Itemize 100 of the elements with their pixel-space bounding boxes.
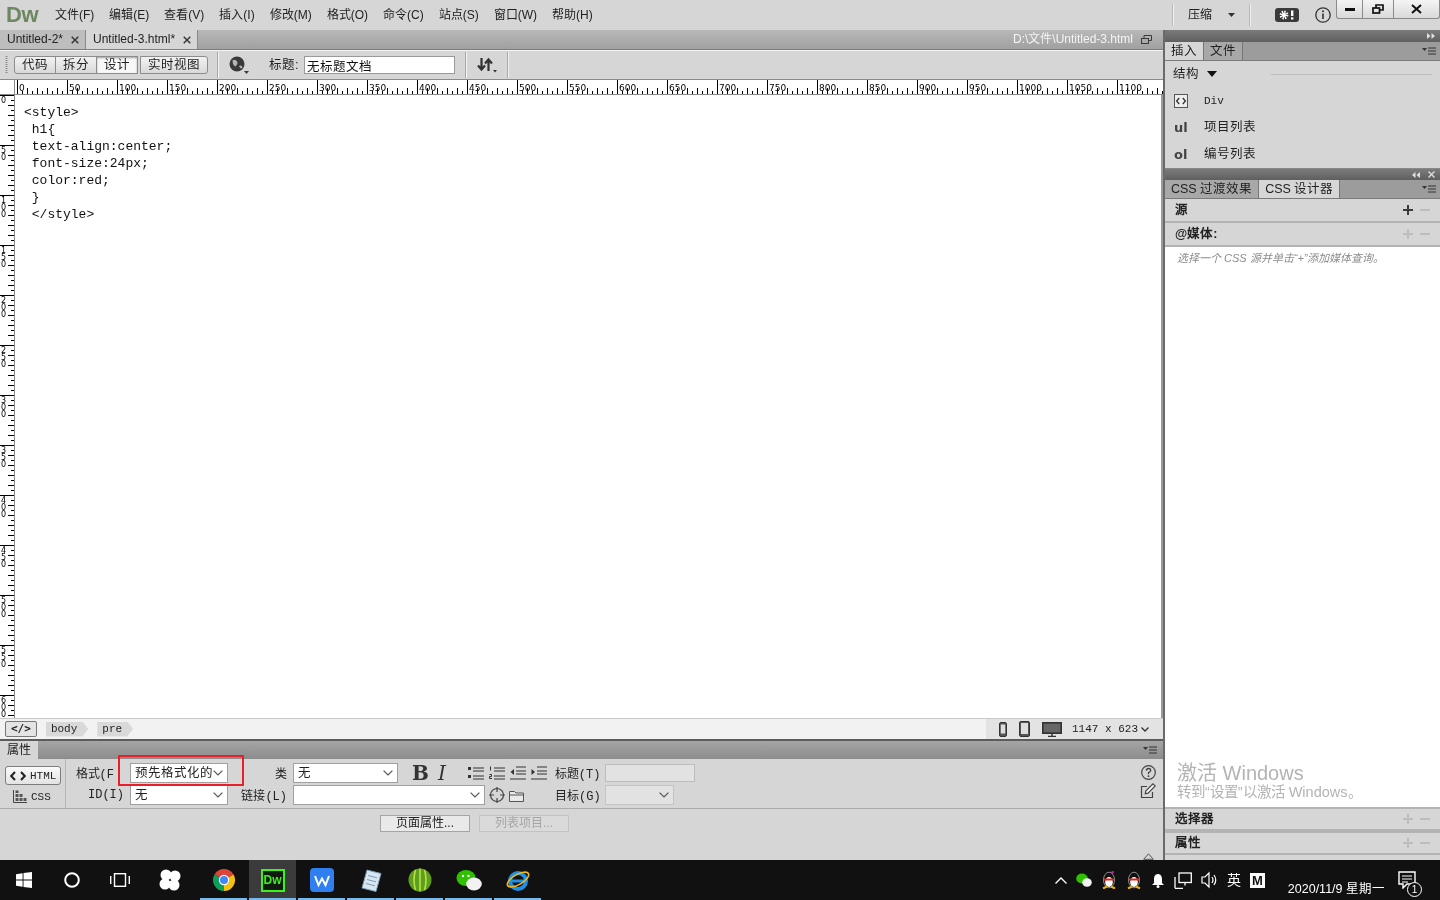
info-icon[interactable] [1315,7,1331,23]
w-tile-icon [309,868,334,892]
panel-tab[interactable]: 文件 [1204,42,1243,60]
chevron-up-icon[interactable] [1055,876,1067,884]
ruler-label: 250 [1,347,8,368]
menu-item[interactable]: 窗口(W) [486,5,544,25]
ruler-label: 200 [219,84,237,93]
mode-button[interactable]: CSS [8,787,56,806]
view-button[interactable]: 代码 [14,56,56,74]
bell-icon[interactable] [1151,872,1165,888]
dialog-button[interactable]: 页面属性... [380,815,470,832]
minimize-icon [1344,7,1355,11]
folder-icon[interactable] [509,788,524,802]
speaker-icon[interactable] [1201,871,1218,889]
help-icon[interactable] [1141,765,1156,780]
restore-window-icon[interactable] [1141,35,1152,44]
menu-item[interactable]: 查看(V) [157,5,212,25]
menu-item[interactable]: 命令(C) [376,5,431,25]
plus-icon[interactable] [1403,205,1413,215]
globe-icon[interactable] [229,56,249,74]
panel-tab[interactable]: 属性 [0,741,38,759]
panel-tab[interactable]: 插入 [1165,42,1204,60]
panel-menu-icon[interactable] [1422,185,1436,193]
menu-item[interactable]: 帮助(H) [545,5,600,25]
format-select[interactable]: 预先格式化的 [130,763,228,783]
edit-icon[interactable] [1140,783,1156,799]
document-tab[interactable]: Untitled-3.html* [86,30,199,49]
task-view-icon [110,873,130,887]
panel-menu-icon[interactable] [1143,746,1157,754]
clock-date[interactable]: 2020/11/9 星期一 [1287,882,1385,897]
input-language[interactable]: 英 [1227,871,1241,889]
outdent-icon[interactable] [509,766,526,780]
indent-icon[interactable] [530,766,547,780]
menu-item[interactable]: 文件(F) [48,5,102,25]
ruler-label: 350 [1,447,8,468]
panel-tab[interactable]: CSS 设计器 [1259,180,1341,198]
close-icon[interactable] [71,35,80,44]
view-button[interactable]: 拆分 [55,56,97,74]
chat-bubbles-icon[interactable] [1076,873,1092,887]
preformatted-line: font-size:24px; [30,155,149,172]
bold-button[interactable]: B [412,763,429,783]
category-dropdown[interactable]: 结构 [1173,66,1217,82]
chevron-down-icon [1141,726,1149,732]
phone-icon[interactable] [999,721,1007,737]
preformatted-line: </style> [30,206,95,223]
document-tab[interactable]: Untitled-2* [0,30,87,49]
ruler-label: 350 [369,84,387,93]
penguin-icon[interactable] [1126,871,1142,889]
class-select[interactable]: 无 [293,763,398,783]
restore-button[interactable] [1362,0,1394,19]
sort-arrows-icon[interactable] [477,57,498,73]
chevron-down-icon [470,792,480,798]
target-icon[interactable] [489,787,505,803]
preformatted-line: text-align:center; [30,138,173,155]
menu-item[interactable]: 格式(O) [319,5,375,25]
ruler-label: 450 [1,547,8,568]
ruler-label: 150 [1,247,8,268]
numbered-list-icon[interactable] [488,766,505,780]
close-button[interactable] [1393,0,1440,19]
menu-item[interactable]: 编辑(E) [102,5,157,25]
code-toggle-button[interactable]: </> [5,721,37,737]
panel-tab[interactable]: CSS 过渡效果 [1165,180,1260,198]
field-label: 链接(L) [240,788,287,804]
ruler-label: 50 [1,147,8,161]
mode-button[interactable]: HTML [5,766,62,785]
close-icon[interactable] [183,35,192,44]
chevron-down-icon [213,770,223,776]
insert-item[interactable]: 编号列表 [1204,147,1256,162]
id-select[interactable]: 无 [130,785,228,805]
gear-alert-icon[interactable] [1275,8,1299,22]
minimize-button[interactable] [1336,0,1363,19]
collapse-triangle-icon[interactable] [1143,853,1154,860]
ruler-label: 450 [469,84,487,93]
ruler-label: 150 [169,84,187,93]
network-icon[interactable] [1174,871,1192,889]
ruler-label: 750 [769,84,787,93]
italic-button[interactable]: I [437,763,446,783]
ruler-label: 650 [669,84,687,93]
view-button[interactable]: 实时视图 [140,56,208,74]
ime-indicator[interactable]: M [1250,872,1265,888]
bulleted-list-icon[interactable] [467,766,484,780]
insert-item[interactable]: 项目列表 [1204,120,1256,135]
penguin-icon[interactable] [1101,871,1117,889]
view-button[interactable]: 设计 [96,56,138,74]
menu-item[interactable]: 站点(S) [431,5,486,25]
tag-breadcrumb[interactable]: body [45,721,89,737]
title-input[interactable]: 无标题文档 [304,56,456,74]
tag-breadcrumb[interactable]: pre [97,721,134,737]
menu-item[interactable]: 修改(M) [262,5,319,25]
tablet-icon[interactable] [1019,721,1030,737]
grip-icon [5,56,8,74]
menu-item[interactable]: 插入(I) [212,5,262,25]
taskbar-app[interactable]: Dw [249,860,296,900]
file-path: D:\文件\Untitled-3.html [1012,32,1133,47]
insert-item[interactable]: Div [1204,94,1224,107]
collapse-icon[interactable] [1412,171,1420,178]
workspace-dropdown[interactable]: 压缩 [1184,7,1239,23]
double-chevron-icon[interactable] [1427,33,1435,39]
panel-menu-icon[interactable] [1422,47,1436,55]
desktop-icon[interactable] [1042,721,1062,737]
